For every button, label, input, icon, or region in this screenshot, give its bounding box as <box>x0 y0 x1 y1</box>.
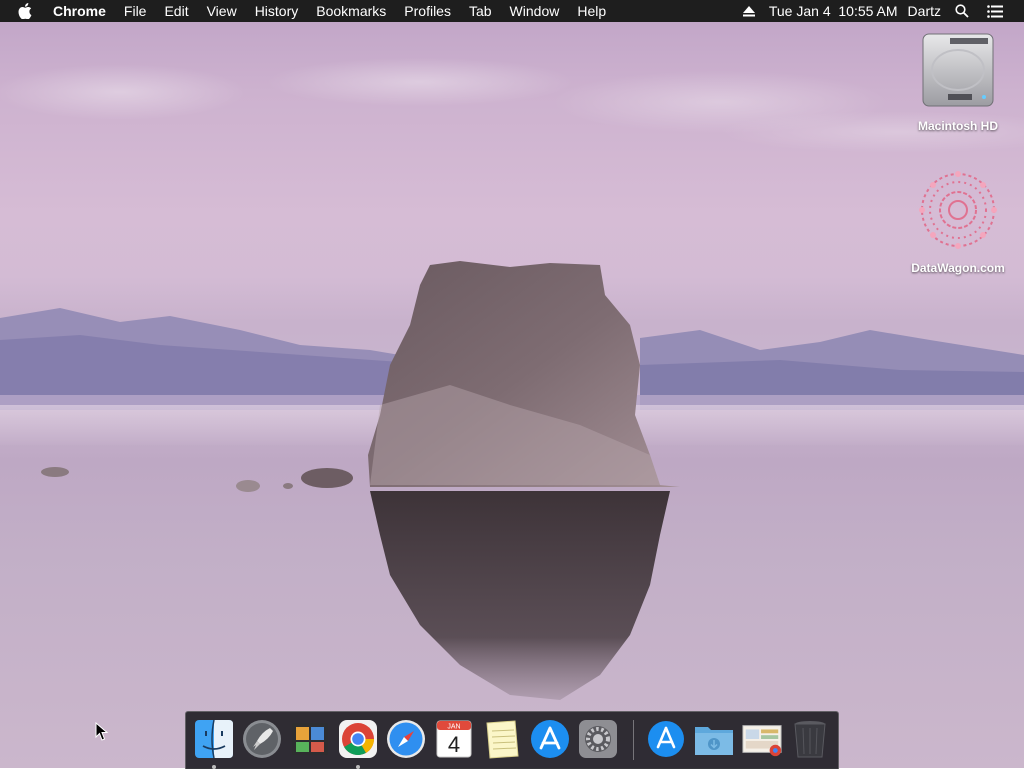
chrome-icon <box>339 720 377 758</box>
running-indicator <box>212 765 216 769</box>
dock-item-calendar[interactable]: JAN 4 <box>433 718 475 760</box>
dock-item-downloads[interactable] <box>693 718 735 760</box>
menu-edit[interactable]: Edit <box>155 0 197 22</box>
screenshot-thumbnail-icon <box>742 725 782 757</box>
launchpad-icon <box>243 720 281 758</box>
notes-icon <box>486 720 519 759</box>
menu-clock[interactable]: Tue Jan 4 10:55 AM <box>764 0 903 22</box>
spotlight-search-icon <box>955 4 969 18</box>
desktop-icon-label: Macintosh HD <box>917 119 998 133</box>
dock-item-trash[interactable] <box>789 718 831 760</box>
app-menu-chrome[interactable]: Chrome <box>44 0 115 22</box>
dock-item-app-store[interactable] <box>529 718 571 760</box>
dock-item-screenshot[interactable] <box>741 718 783 760</box>
desktop-icon-datawagon[interactable]: DataWagon.com <box>903 168 1013 275</box>
apple-logo-icon <box>18 3 32 19</box>
dock-item-finder[interactable] <box>193 718 235 769</box>
eject-menu-extra[interactable] <box>734 5 764 17</box>
wallpaper-clouds <box>0 22 1024 182</box>
app-store-icon <box>531 720 569 758</box>
dock: JAN 4 <box>185 711 839 769</box>
dock-item-chrome[interactable] <box>337 718 379 769</box>
system-preferences-icon <box>579 720 617 758</box>
dock-item-launchpad[interactable] <box>241 718 283 760</box>
apple-menu[interactable] <box>0 3 44 19</box>
menu-window[interactable]: Window <box>501 0 569 22</box>
menu-profiles[interactable]: Profiles <box>395 0 460 22</box>
eject-icon <box>742 5 755 16</box>
datawagon-logo-icon <box>919 171 997 249</box>
dock-item-applications[interactable] <box>645 718 687 760</box>
hard-drive-icon <box>922 33 994 107</box>
desktop-icon-macintosh-hd[interactable]: Macintosh HD <box>903 30 1013 133</box>
dock-item-system-preferences[interactable] <box>577 718 619 760</box>
menu-tab[interactable]: Tab <box>460 0 501 22</box>
downloads-folder-icon <box>695 727 733 755</box>
dock-item-notes[interactable] <box>481 718 523 760</box>
spotlight-button[interactable] <box>946 4 978 18</box>
trash-icon <box>794 721 826 758</box>
desktop-wallpaper <box>0 0 1024 768</box>
running-indicator <box>356 765 360 769</box>
calendar-month: JAN <box>447 724 460 731</box>
safari-icon <box>387 720 425 758</box>
calendar-icon: JAN 4 <box>436 720 472 758</box>
menu-bar: Chrome File Edit View History Bookmarks … <box>0 0 1024 22</box>
menu-user[interactable]: Dartz <box>903 0 946 22</box>
menu-history[interactable]: History <box>246 0 308 22</box>
menu-help[interactable]: Help <box>568 0 615 22</box>
wallpaper-tufa-rock <box>368 261 680 700</box>
menu-view[interactable]: View <box>198 0 246 22</box>
image-capture-icon <box>292 723 328 755</box>
applications-folder-icon <box>648 721 684 757</box>
menu-file[interactable]: File <box>115 0 156 22</box>
desktop-icon-label: DataWagon.com <box>911 261 1005 275</box>
dock-item-image-capture[interactable] <box>289 718 331 760</box>
notification-center-icon <box>987 4 1003 18</box>
dock-item-safari[interactable] <box>385 718 427 760</box>
finder-icon <box>195 719 233 759</box>
mouse-cursor-icon <box>95 722 109 741</box>
wallpaper-small-rocks <box>41 467 353 492</box>
dock-separator <box>633 720 634 760</box>
calendar-day: 4 <box>448 732 460 757</box>
notification-center-button[interactable] <box>978 4 1012 18</box>
menu-bookmarks[interactable]: Bookmarks <box>307 0 395 22</box>
